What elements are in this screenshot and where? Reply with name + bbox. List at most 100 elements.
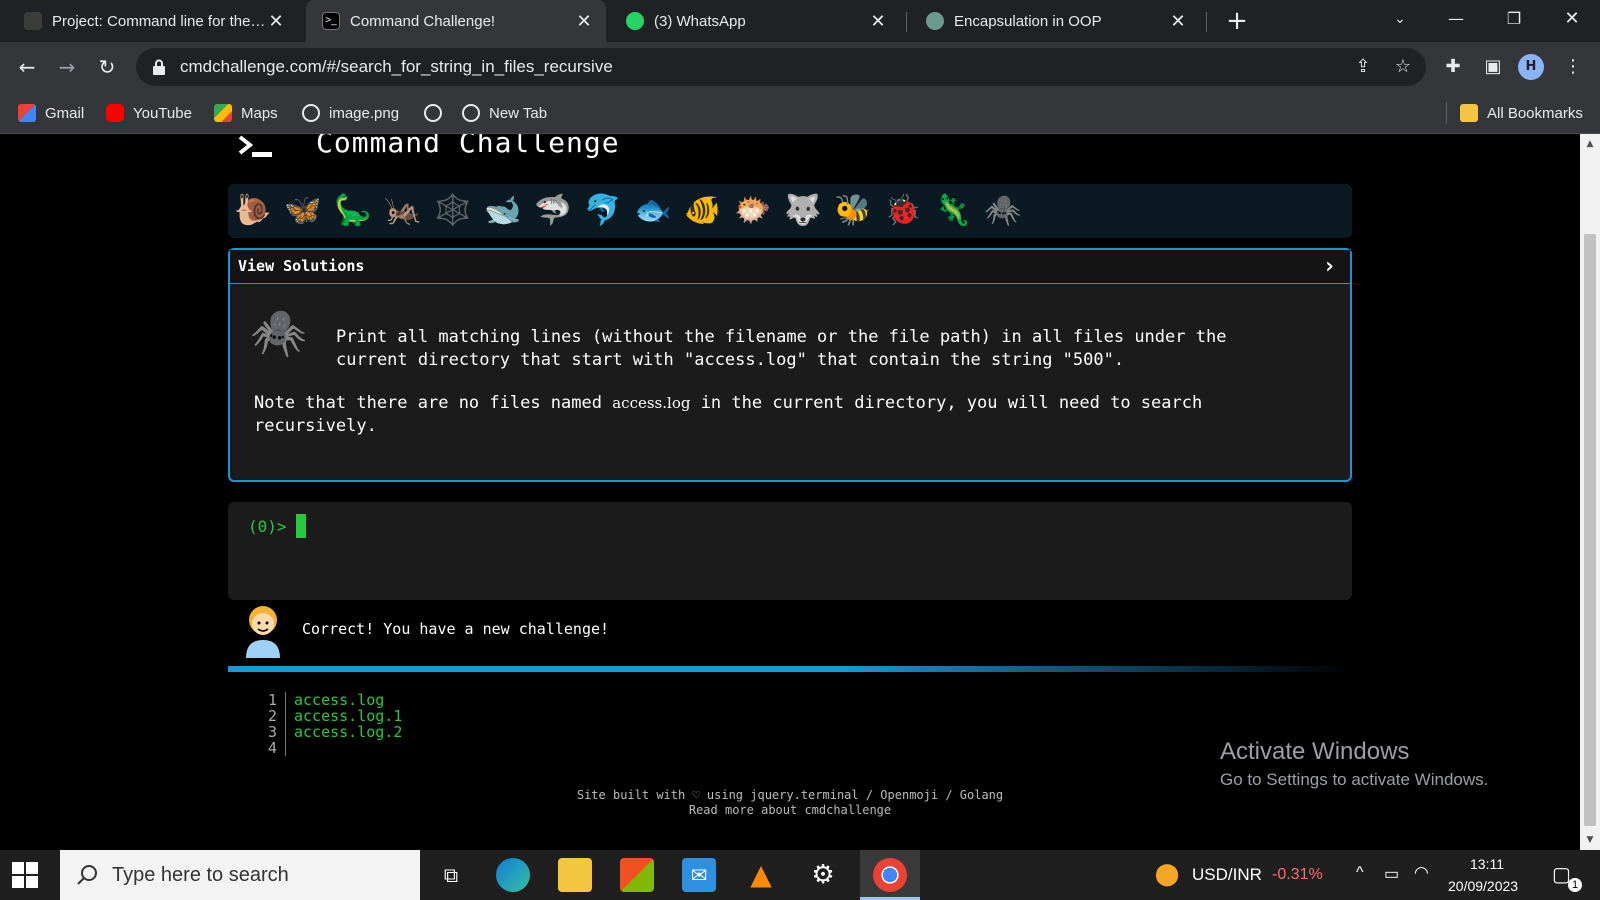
- file-name: access.log.1: [294, 707, 403, 725]
- close-window-icon[interactable]: ✕: [1544, 0, 1600, 38]
- chrome-icon[interactable]: [873, 858, 907, 892]
- taskbar-search-input[interactable]: Type here to search: [60, 850, 420, 900]
- chatgpt-icon: [926, 12, 944, 30]
- tab-command-challenge[interactable]: >_ Command Challenge! ✕: [306, 0, 606, 42]
- all-bookmarks[interactable]: All Bookmarks: [1460, 92, 1583, 134]
- progress-bar: [228, 666, 1352, 672]
- address-bar[interactable]: cmdchallenge.com/#/search_for_string_in_…: [136, 48, 1426, 86]
- tab-project[interactable]: Project: Command line for the wi ✕: [8, 0, 298, 42]
- windows-start-icon[interactable]: [12, 862, 38, 888]
- badge-lizard-icon[interactable]: 🦎: [932, 190, 974, 232]
- line-number: 4: [266, 740, 286, 756]
- wifi-icon[interactable]: ◠: [1414, 863, 1429, 883]
- notification-count-badge: 1: [1568, 878, 1582, 892]
- list-item: 2 access.log.1: [266, 708, 402, 724]
- bookmark-globe[interactable]: [424, 92, 442, 134]
- page-content: Command Challenge 🐌 🦋 🦕 🦗 🕸️ 🐋 🦈 🐬 🐟 🐠 🐡…: [0, 134, 1580, 850]
- bookmark-youtube[interactable]: YouTube: [106, 92, 192, 134]
- file-name: access.log: [294, 691, 385, 709]
- share-icon[interactable]: ⇪: [1348, 52, 1378, 82]
- task-view-icon[interactable]: ⧉: [434, 858, 468, 892]
- chevron-right-icon[interactable]: ›: [1323, 254, 1336, 279]
- badge-dinosaur-icon[interactable]: 🦕: [332, 190, 374, 232]
- tab-title: Encapsulation in OOP: [954, 12, 1102, 30]
- close-icon[interactable]: ✕: [1168, 11, 1188, 32]
- bookmark-star-icon[interactable]: ☆: [1388, 52, 1418, 82]
- tab-title: Command Challenge!: [350, 12, 496, 30]
- badge-bee-icon[interactable]: 🐝: [832, 190, 874, 232]
- globe-icon: [462, 104, 480, 122]
- view-solutions-header[interactable]: View Solutions ›: [230, 250, 1350, 284]
- microsoft-store-icon[interactable]: [620, 858, 654, 892]
- side-panel-icon[interactable]: ▣: [1478, 52, 1508, 82]
- task-note: Note that there are no files named acces…: [254, 392, 1314, 438]
- bookmark-maps[interactable]: Maps: [214, 92, 278, 134]
- mail-icon[interactable]: ✉: [682, 858, 716, 892]
- note-text-before: Note that there are no files named: [254, 393, 613, 413]
- bookmark-label: YouTube: [133, 104, 192, 122]
- bookmark-new-tab[interactable]: New Tab: [462, 92, 547, 134]
- meet-now-icon[interactable]: ▭: [1384, 864, 1399, 884]
- file-list: 1 access.log 2 access.log.1 3 access.log.2 …: [266, 692, 402, 756]
- clock-date[interactable]: 20/09/2023: [1448, 878, 1518, 894]
- profile-avatar[interactable]: H: [1518, 54, 1544, 80]
- badge-wolf-icon[interactable]: 🐺: [782, 190, 824, 232]
- footer-credits[interactable]: Site built with ♡ using jquery.terminal …: [560, 788, 1020, 803]
- forward-arrow-icon[interactable]: →: [52, 52, 82, 82]
- restore-icon[interactable]: ❐: [1486, 0, 1542, 38]
- minimize-icon[interactable]: —: [1428, 0, 1484, 38]
- ticker-change[interactable]: -0.31%: [1272, 866, 1323, 884]
- badge-spider-icon[interactable]: 🕷️: [982, 190, 1024, 232]
- bookmark-gmail[interactable]: Gmail: [18, 92, 84, 134]
- new-tab-plus-icon[interactable]: +: [1222, 6, 1252, 36]
- close-icon[interactable]: ✕: [574, 11, 594, 32]
- activate-windows-watermark: Activate Windows Go to Settings to activ…: [1220, 738, 1488, 790]
- whatsapp-icon: [626, 12, 644, 30]
- clock-time[interactable]: 13:11: [1470, 856, 1504, 872]
- scrollbar-thumb[interactable]: [1584, 234, 1596, 826]
- back-arrow-icon[interactable]: ←: [12, 52, 42, 82]
- lock-icon: [152, 59, 166, 75]
- terminal[interactable]: (0)>: [228, 502, 1352, 600]
- badge-cricket-icon[interactable]: 🦗: [382, 190, 424, 232]
- tray-chevron-up-icon[interactable]: ^: [1356, 864, 1364, 882]
- badge-ladybug-icon[interactable]: 🐞: [882, 190, 924, 232]
- badge-snail-icon[interactable]: 🐌: [232, 190, 274, 232]
- folder-icon: [1460, 104, 1478, 122]
- terminal-favicon-icon: >_: [322, 12, 340, 30]
- tab-whatsapp[interactable]: (3) WhatsApp ✕: [610, 0, 900, 42]
- stock-ticker-icon: ⬤: [1154, 862, 1180, 887]
- menu-kebab-icon[interactable]: ⋮: [1558, 52, 1588, 82]
- badge-web-icon[interactable]: 🕸️: [432, 190, 474, 232]
- footer-read-more-link[interactable]: Read more about cmdchallenge: [560, 803, 1020, 818]
- file-explorer-icon[interactable]: [558, 858, 592, 892]
- task-description: Print all matching lines (without the fi…: [336, 327, 1237, 370]
- view-solutions-label: View Solutions: [238, 257, 365, 275]
- settings-gear-icon[interactable]: ⚙: [806, 858, 840, 892]
- tab-encapsulation[interactable]: Encapsulation in OOP ✕: [910, 0, 1200, 42]
- badge-whale-icon[interactable]: 🐋: [482, 190, 524, 232]
- page-scrollbar[interactable]: ▲ ▼: [1580, 134, 1600, 850]
- scroll-down-arrow-icon[interactable]: ▼: [1580, 832, 1600, 848]
- ticker-name[interactable]: USD/INR: [1192, 865, 1262, 885]
- bookmark-image-png[interactable]: image.png: [302, 92, 399, 134]
- scroll-up-arrow-icon[interactable]: ▲: [1580, 136, 1600, 152]
- list-item: 4: [266, 740, 402, 756]
- list-item: 3 access.log.2: [266, 724, 402, 740]
- close-icon[interactable]: ✕: [266, 11, 286, 32]
- reload-icon[interactable]: ↻: [92, 52, 122, 82]
- tab-search-chevron-icon[interactable]: ⌄: [1372, 0, 1428, 38]
- badge-butterfly-icon[interactable]: 🦋: [282, 190, 324, 232]
- extensions-puzzle-icon[interactable]: ✚: [1438, 52, 1468, 82]
- badge-dolphin-icon[interactable]: 🐬: [582, 190, 624, 232]
- browser-toolbar: ← → ↻ cmdchallenge.com/#/search_for_stri…: [0, 42, 1600, 92]
- all-bookmarks-label: All Bookmarks: [1487, 104, 1583, 122]
- badge-shark-icon[interactable]: 🦈: [532, 190, 574, 232]
- line-number: 3: [266, 724, 286, 740]
- close-icon[interactable]: ✕: [868, 11, 888, 32]
- vlc-icon[interactable]: ▲: [744, 858, 778, 892]
- badge-fish-icon[interactable]: 🐟: [632, 190, 674, 232]
- badge-tropical-fish-icon[interactable]: 🐠: [682, 190, 724, 232]
- badge-blowfish-icon[interactable]: 🐡: [732, 190, 774, 232]
- edge-icon[interactable]: [496, 858, 530, 892]
